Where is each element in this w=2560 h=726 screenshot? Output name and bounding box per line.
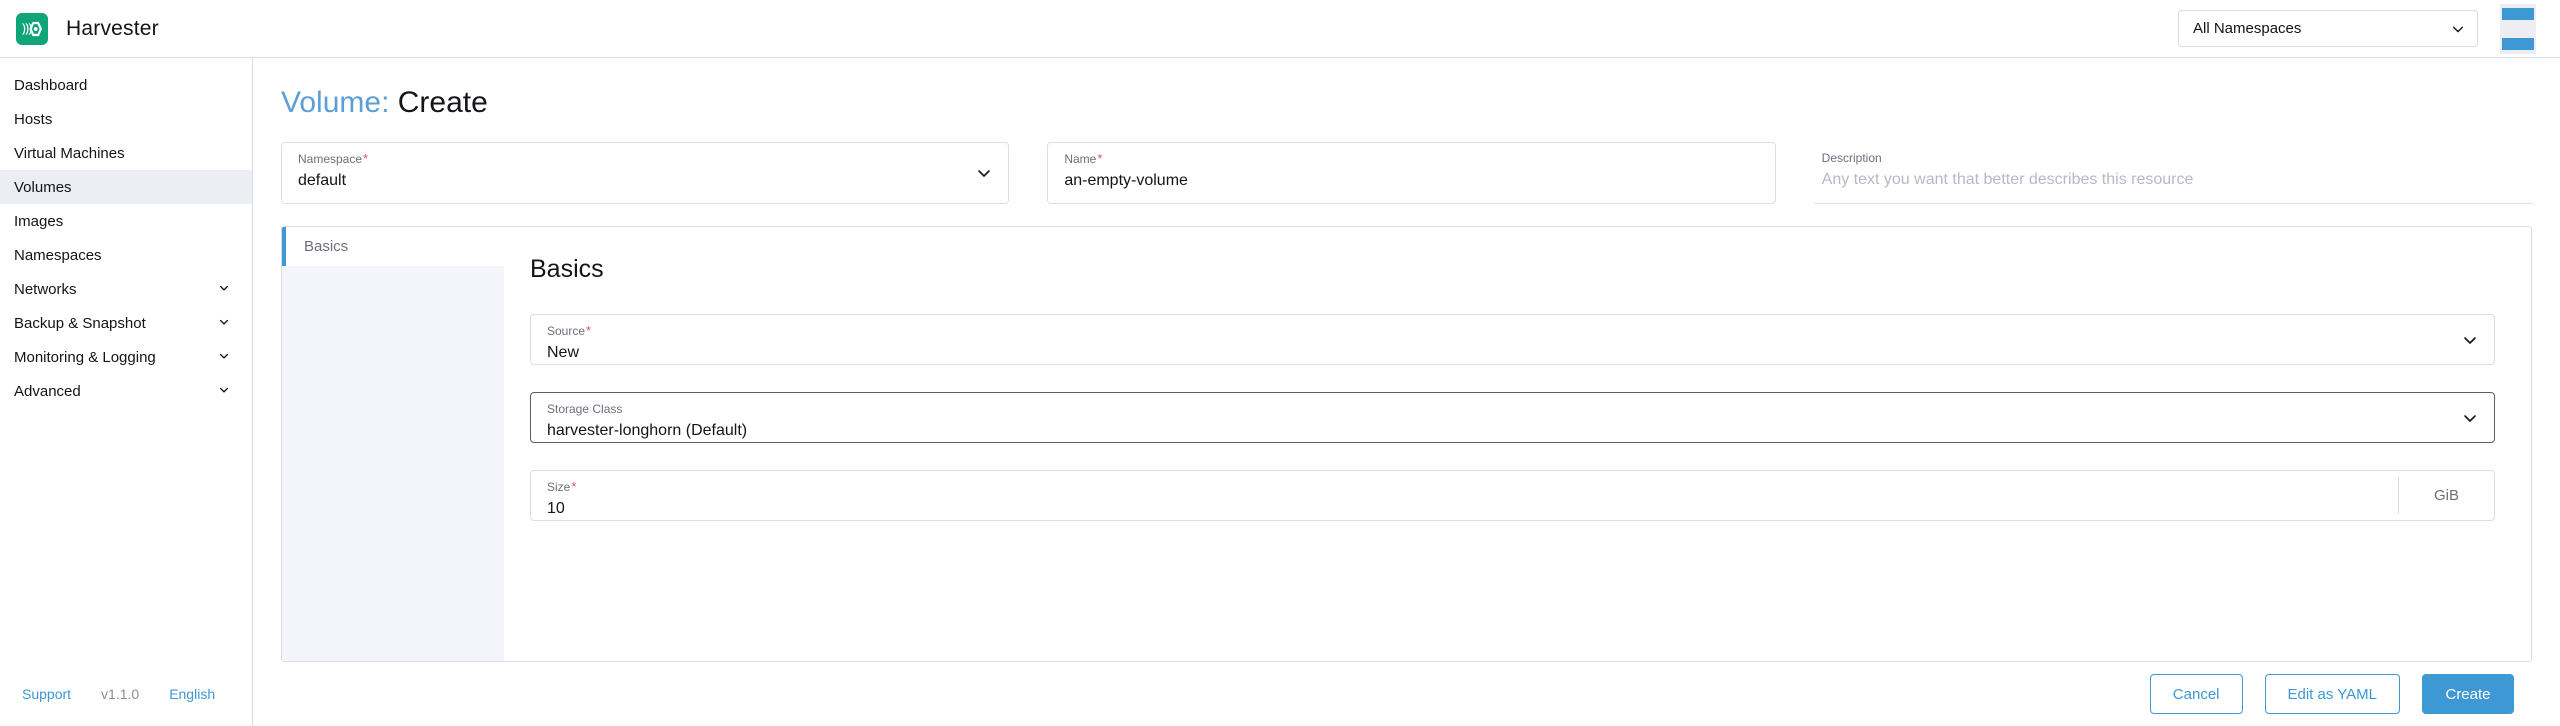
size-unit-label: GiB (2398, 477, 2494, 514)
tab-basics[interactable]: Basics (282, 227, 504, 266)
chevron-down-icon[interactable] (2462, 332, 2478, 348)
user-menu-bar-bottom (2502, 37, 2534, 50)
chevron-down-icon[interactable] (976, 165, 992, 181)
top-fields-row: Namespace* default Name* an-empty-volume… (281, 142, 2532, 226)
harvester-logo-icon (16, 12, 48, 45)
sidebar-item-hosts[interactable]: Hosts (0, 102, 252, 136)
sidebar-item-label: Networks (14, 280, 77, 298)
brand-name: Harvester (66, 16, 159, 40)
name-field-value: an-empty-volume (1064, 172, 1188, 189)
page-title: Volume: Create (281, 58, 2532, 142)
sidebar-item-namespaces[interactable]: Namespaces (0, 238, 252, 272)
top-header: Harvester All Namespaces (0, 0, 2560, 58)
source-field-label: Source* (547, 323, 592, 339)
sidebar-item-label: Advanced (14, 382, 81, 400)
sidebar-item-dashboard[interactable]: Dashboard (0, 68, 252, 102)
tab-list: Basics (282, 227, 504, 661)
description-field-placeholder: Any text you want that better describes … (1821, 171, 2194, 188)
form-actions: Cancel Edit as YAML Create (281, 662, 2532, 726)
sidebar-item-label: Namespaces (14, 246, 102, 264)
sidebar: Dashboard Hosts Virtual Machines Volumes… (0, 58, 253, 726)
sidebar-item-label: Backup & Snapshot (14, 314, 146, 332)
create-button[interactable]: Create (2422, 674, 2514, 714)
page-title-action: Create (397, 86, 488, 119)
form-panel: Basics Basics Source* New Storage Class … (281, 226, 2532, 662)
language-link[interactable]: English (169, 686, 215, 702)
size-field-value: 10 (547, 500, 565, 517)
source-field-value: New (547, 344, 580, 361)
description-field[interactable]: Description Any text you want that bette… (1813, 142, 2532, 204)
name-field[interactable]: Name* an-empty-volume (1047, 142, 1776, 204)
description-field-label: Description (1821, 151, 1882, 165)
namespace-filter-select[interactable]: All Namespaces (2178, 10, 2478, 47)
sidebar-item-backup-and-snapshot[interactable]: Backup & Snapshot (0, 306, 252, 340)
tab-label: Basics (304, 238, 349, 255)
user-menu-button[interactable] (2500, 3, 2536, 54)
sidebar-item-label: Virtual Machines (14, 144, 125, 162)
basics-form: Source* New Storage Class harvester-long… (530, 314, 2495, 521)
source-field[interactable]: Source* New (530, 314, 2495, 365)
user-menu-bar-top (2502, 7, 2534, 20)
sidebar-item-label: Monitoring & Logging (14, 348, 156, 366)
main-content: Volume: Create Namespace* default Name* (253, 58, 2560, 726)
size-field[interactable]: Size* 10 GiB (530, 470, 2495, 521)
chevron-down-icon (218, 316, 232, 330)
sidebar-item-images[interactable]: Images (0, 204, 252, 238)
chevron-down-icon (218, 384, 232, 398)
page-title-resource: Volume: (281, 86, 390, 119)
sidebar-item-label: Volumes (14, 178, 72, 196)
edit-as-yaml-button[interactable]: Edit as YAML (2264, 674, 2400, 714)
section-title: Basics (530, 255, 604, 283)
sidebar-item-virtual-machines[interactable]: Virtual Machines (0, 136, 252, 170)
required-asterisk: * (363, 151, 369, 166)
required-asterisk: * (1097, 151, 1103, 166)
chevron-down-icon (2451, 22, 2465, 36)
storage-class-field[interactable]: Storage Class harvester-longhorn (Defaul… (530, 392, 2495, 443)
sidebar-item-label: Dashboard (14, 76, 88, 94)
app-root: Harvester All Namespaces Dashboard Hosts (0, 0, 2560, 726)
version-label: v1.1.0 (101, 686, 140, 702)
namespace-field-value: default (298, 172, 347, 189)
storage-class-field-value: harvester-longhorn (Default) (547, 422, 748, 439)
sidebar-nav: Dashboard Hosts Virtual Machines Volumes… (0, 68, 252, 662)
size-field-label: Size* (547, 479, 577, 495)
sidebar-item-label: Hosts (14, 110, 53, 128)
required-asterisk: * (571, 479, 577, 494)
namespace-filter-value: All Namespaces (2193, 20, 2302, 37)
chevron-down-icon (218, 282, 232, 296)
body: Dashboard Hosts Virtual Machines Volumes… (0, 58, 2560, 726)
chevron-down-icon (218, 350, 232, 364)
brand[interactable]: Harvester (16, 12, 253, 45)
cancel-button[interactable]: Cancel (2149, 674, 2243, 714)
sidebar-item-label: Images (14, 212, 64, 230)
sidebar-item-volumes[interactable]: Volumes (0, 170, 252, 204)
required-asterisk: * (586, 323, 592, 338)
sidebar-item-advanced[interactable]: Advanced (0, 374, 252, 408)
namespace-field[interactable]: Namespace* default (281, 142, 1010, 204)
tab-panel-basics: Basics Source* New Storage Class harvest… (504, 227, 2531, 661)
name-field-label: Name* (1064, 151, 1103, 167)
chevron-down-icon[interactable] (2462, 410, 2478, 426)
sidebar-item-monitoring-and-logging[interactable]: Monitoring & Logging (0, 340, 252, 374)
sidebar-footer: Support v1.1.0 English (0, 662, 252, 726)
support-link[interactable]: Support (22, 686, 71, 702)
storage-class-field-label: Storage Class (547, 402, 623, 416)
namespace-field-label: Namespace* (298, 151, 369, 167)
sidebar-item-networks[interactable]: Networks (0, 272, 252, 306)
